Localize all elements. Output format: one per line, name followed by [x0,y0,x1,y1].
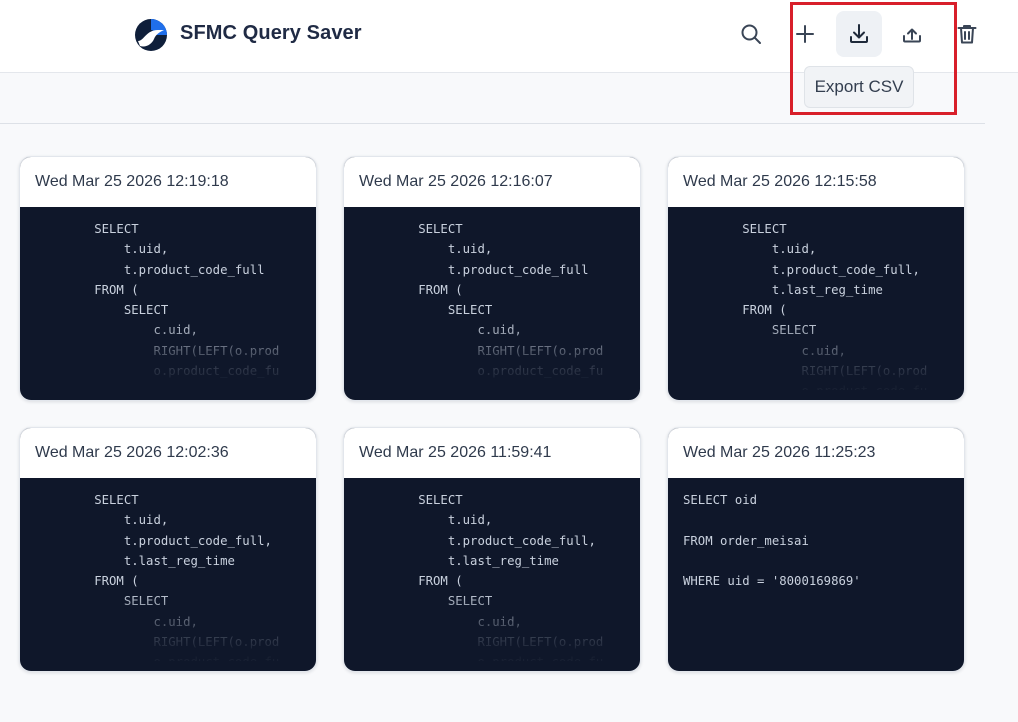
plus-icon [796,25,814,43]
upload-icon [903,28,921,43]
query-timestamp: Wed Mar 25 2026 11:59:41 [344,428,640,478]
query-code: SELECT t.uid, t.product_code_full FROM (… [94,222,280,379]
download-icon [850,24,868,43]
app-title: SFMC Query Saver [180,22,362,44]
query-code: SELECT t.uid, t.product_code_full, t.las… [742,222,928,390]
query-code: SELECT oid FROM order_meisai WHERE uid =… [683,493,861,589]
query-card[interactable]: Wed Mar 25 2026 11:59:41 SELECT t.uid, t… [343,427,641,672]
query-card[interactable]: Wed Mar 25 2026 12:02:36 SELECT t.uid, t… [19,427,317,672]
add-query-button[interactable] [782,11,828,57]
query-card[interactable]: Wed Mar 25 2026 12:19:18 SELECT t.uid, t… [19,156,317,401]
app-logo-icon [135,19,167,51]
query-card[interactable]: Wed Mar 25 2026 12:15:58 SELECT t.uid, t… [667,156,965,401]
search-button[interactable] [728,11,774,57]
query-timestamp: Wed Mar 25 2026 11:25:23 [668,428,964,478]
query-card[interactable]: Wed Mar 25 2026 11:25:23 SELECT oid FROM… [667,427,965,672]
query-timestamp: Wed Mar 25 2026 12:16:07 [344,157,640,207]
delete-all-button[interactable] [944,11,990,57]
search-icon [741,24,761,44]
query-code: SELECT t.uid, t.product_code_full, t.las… [94,493,280,661]
trash-icon [957,25,977,44]
import-button[interactable] [889,11,935,57]
export-csv-button[interactable] [836,11,882,57]
query-timestamp: Wed Mar 25 2026 12:19:18 [20,157,316,207]
query-code: SELECT t.uid, t.product_code_full, t.las… [418,493,604,661]
query-timestamp: Wed Mar 25 2026 12:15:58 [668,157,964,207]
query-timestamp: Wed Mar 25 2026 12:02:36 [20,428,316,478]
query-card[interactable]: Wed Mar 25 2026 12:16:07 SELECT t.uid, t… [343,156,641,401]
app-header: SFMC Query Saver [0,0,1018,73]
query-code: SELECT t.uid, t.product_code_full FROM (… [418,222,604,379]
export-csv-tooltip: Export CSV [804,66,914,108]
